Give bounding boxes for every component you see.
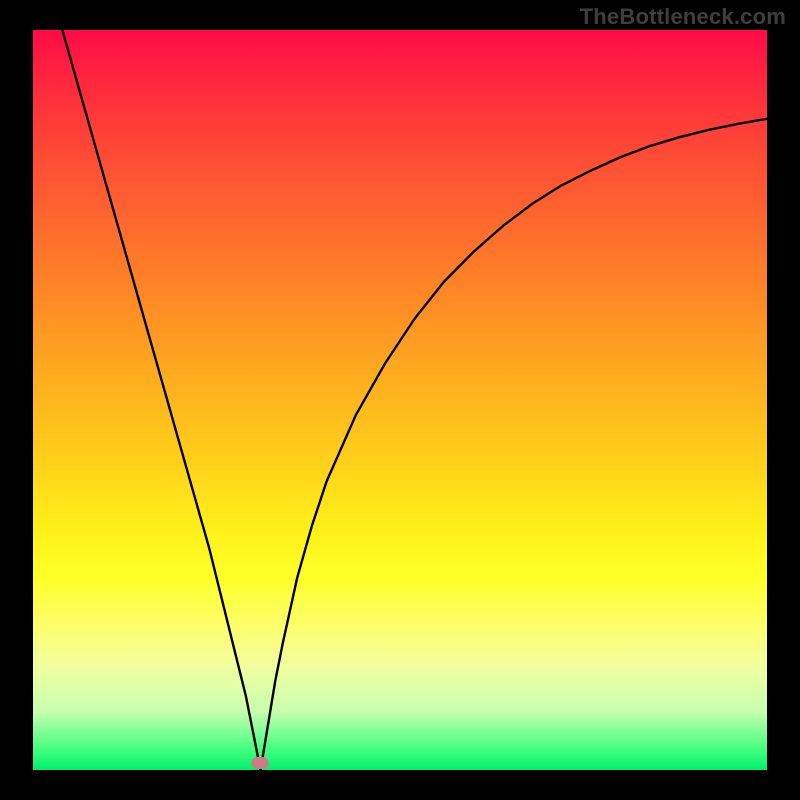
plot-area (33, 30, 767, 770)
bottleneck-curve (62, 30, 767, 770)
chart-frame: TheBottleneck.com (0, 0, 800, 800)
minimum-marker (252, 757, 269, 769)
curve-layer (33, 30, 767, 770)
watermark-text: TheBottleneck.com (580, 4, 786, 30)
